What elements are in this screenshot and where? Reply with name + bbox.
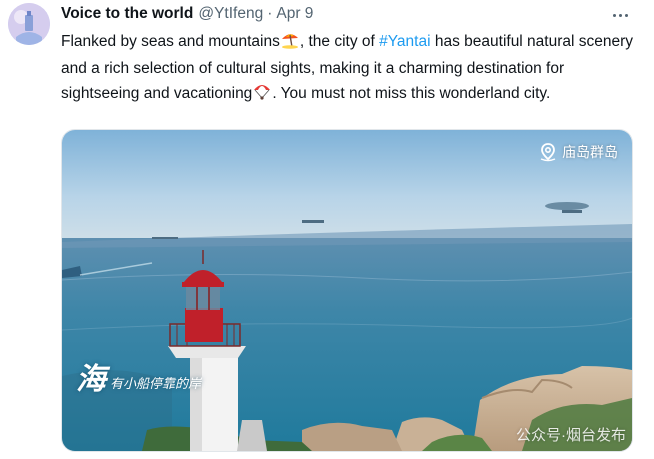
- avatar[interactable]: [8, 3, 50, 45]
- location-label: 庙岛群岛: [562, 144, 618, 160]
- watermark: 公众号·烟台发布: [516, 427, 626, 444]
- tweet-media-image[interactable]: 庙岛群岛 海 有小船停靠的岸 公众号·烟台发布: [61, 129, 633, 452]
- tweet-text-part1: Flanked by seas and mountains: [61, 33, 280, 50]
- separator-dot: ·: [267, 5, 273, 22]
- parachute-icon: [252, 81, 272, 109]
- image-caption: 海 有小船停靠的岸: [76, 354, 201, 398]
- caption-small-text: 有小船停靠的岸: [110, 376, 202, 391]
- tweet-date[interactable]: Apr 9: [276, 5, 313, 23]
- lighthouse-scene: [62, 130, 632, 451]
- hashtag-link[interactable]: #Yantai: [379, 33, 430, 50]
- tweet-text: Flanked by seas and mountains , the city …: [61, 29, 641, 109]
- tweet-header: Voice to the world @YtIfeng · Apr 9: [61, 5, 624, 27]
- location-tag: 庙岛群岛: [538, 142, 618, 162]
- beach-umbrella-icon: [280, 29, 300, 57]
- more-options-icon[interactable]: [610, 6, 630, 24]
- author-handle[interactable]: @YtIfeng: [198, 5, 263, 23]
- tweet-text-part2: , the city of: [299, 33, 380, 50]
- author-name[interactable]: Voice to the world: [61, 5, 193, 23]
- caption-big-char: 海: [76, 362, 106, 397]
- tweet-text-part4: . You must not miss this wonderland city…: [272, 85, 551, 102]
- map-pin-icon: [540, 143, 556, 162]
